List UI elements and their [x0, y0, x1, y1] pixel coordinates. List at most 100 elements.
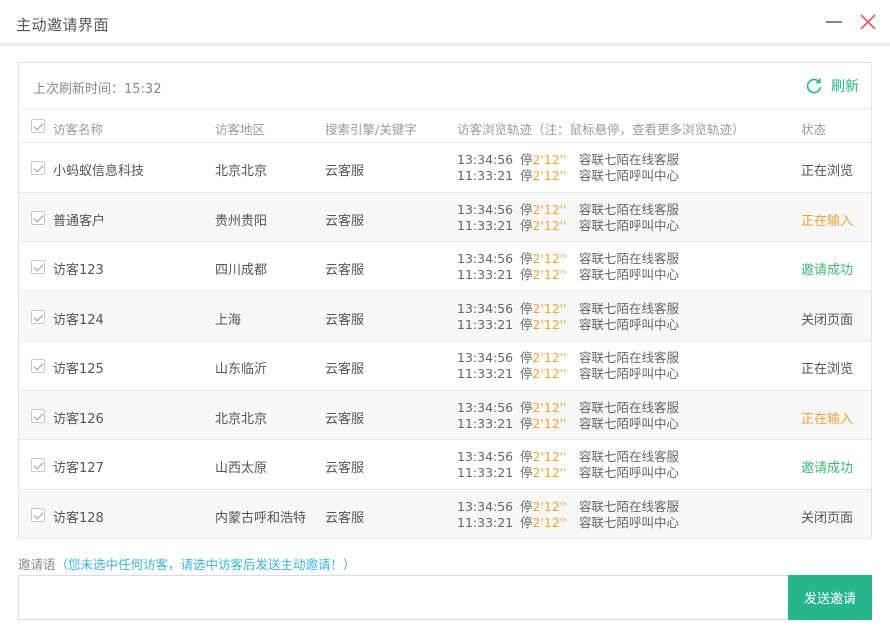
table-row[interactable]: 访客123 四川成都 云客服 13:34:56 停2'12'' 容联七陌在线客服 11:33… [19, 242, 871, 292]
trail-time: 13:34:56 [457, 399, 514, 415]
trail-time: 11:33:21 [457, 465, 514, 480]
cell-trail: 13:34:56 停2'12'' 容联七陌在线客服 11:33:21 停2'12'' 容联… [457, 251, 679, 283]
cell-name: 访客126 [53, 411, 104, 427]
trail-time: 11:33:21 [457, 366, 514, 381]
trail-duration: 2'12'' [532, 449, 567, 464]
trail-entry: 13:34:56 停2'12'' 容联七陌在线客服 [457, 301, 679, 317]
cell-name: 访客128 [53, 510, 104, 526]
window-title: 主动邀请界面 [16, 16, 110, 34]
select-all-checkbox[interactable] [31, 119, 45, 133]
trail-stay-label: 停 [520, 267, 533, 282]
trail-stay-label: 停 [520, 366, 533, 381]
trail-entry: 11:33:21 停2'12'' 容联七陌呼叫中心 [457, 465, 679, 481]
visitor-table-body: 小蚂蚁信息科技 北京北京 云客服 13:34:56 停2'12'' 容联七陌在线客服 11:… [19, 143, 871, 539]
trail-time: 13:34:56 [457, 300, 514, 316]
cell-name: 访客125 [53, 362, 104, 377]
trail-entry: 13:34:56 停2'12'' 容联七陌在线客服 [457, 202, 679, 218]
refresh-icon [806, 78, 822, 94]
table-row[interactable]: 访客126 北京北京 云客服 13:34:56 停2'12'' 容联七陌在线客服 11:33… [19, 390, 871, 440]
trail-page: 容联七陌呼叫中心 [579, 316, 680, 332]
trail-duration: 2'12'' [532, 316, 567, 332]
trail-duration: 2'12'' [532, 267, 567, 282]
cell-status: 关闭页面 [801, 510, 854, 526]
trail-duration: 2'12'' [532, 399, 567, 415]
invite-message-input[interactable] [18, 575, 788, 620]
trail-time: 13:34:56 [457, 201, 514, 217]
minimize-button[interactable] [824, 12, 844, 32]
trail-stay-label: 停 [520, 350, 533, 365]
trail-duration: 2'12'' [532, 366, 567, 381]
cell-status: 正在浏览 [801, 164, 854, 179]
trail-stay-label: 停 [520, 498, 533, 514]
trail-time: 13:34:56 [457, 449, 514, 464]
invite-label-text: 邀请语 [18, 557, 56, 572]
trail-page: 容联七陌在线客服 [579, 449, 680, 464]
table-row[interactable]: 访客125 山东临沂 云客服 13:34:56 停2'12'' 容联七陌在线客服 11:33… [19, 341, 871, 391]
close-button[interactable] [858, 12, 878, 32]
refresh-button[interactable]: 刷新 [805, 75, 859, 97]
cell-status: 邀请成功 [801, 461, 854, 476]
cell-name: 普通客户 [53, 213, 106, 229]
trail-stay-label: 停 [520, 316, 533, 332]
trail-page: 容联七陌在线客服 [579, 201, 680, 217]
table-row[interactable]: 小蚂蚁信息科技 北京北京 云客服 13:34:56 停2'12'' 容联七陌在线客服 11:… [19, 143, 871, 193]
row-checkbox[interactable] [31, 210, 45, 225]
cell-trail: 13:34:56 停2'12'' 容联七陌在线客服 11:33:21 停2'12'' 容联… [457, 400, 679, 432]
trail-stay-label: 停 [520, 300, 533, 316]
cell-search: 云客服 [325, 411, 365, 427]
cell-region: 山东临沂 [215, 362, 268, 377]
table-row[interactable]: 访客124 上海 云客服 13:34:56 停2'12'' 容联七陌在线客服 11:33:2… [19, 291, 871, 341]
cell-name: 小蚂蚁信息科技 [53, 164, 145, 179]
table-row[interactable]: 普通客户 贵州贵阳 云客服 13:34:56 停2'12'' 容联七陌在线客服 11:33:… [19, 192, 871, 242]
send-invite-button[interactable]: 发送邀请 [788, 575, 872, 620]
trail-entry: 11:33:21 停2'12'' 容联七陌呼叫中心 [457, 317, 679, 333]
trail-page: 容联七陌呼叫中心 [579, 217, 680, 233]
row-checkbox[interactable] [31, 260, 45, 274]
cell-trail: 13:34:56 停2'12'' 容联七陌在线客服 11:33:21 停2'12'' 容联… [457, 152, 679, 184]
cell-region: 贵州贵阳 [215, 213, 268, 229]
trail-page: 容联七陌呼叫中心 [579, 267, 680, 282]
header-status: 状态 [801, 122, 827, 137]
trail-time: 13:34:56 [457, 350, 514, 365]
trail-duration: 2'12'' [532, 300, 567, 316]
row-checkbox[interactable] [31, 458, 45, 472]
trail-stay-label: 停 [520, 415, 533, 431]
trail-page: 容联七陌在线客服 [579, 399, 680, 415]
table-row[interactable]: 访客128 内蒙古呼和浩特 云客服 13:34:56 停2'12'' 容联七陌在线客服 11… [19, 489, 871, 539]
cell-region: 四川成都 [215, 263, 268, 278]
trail-entry: 13:34:56 停2'12'' 容联七陌在线客服 [457, 251, 679, 267]
trail-page: 容联七陌呼叫中心 [579, 514, 680, 530]
trail-time: 13:34:56 [457, 251, 514, 266]
row-checkbox[interactable] [31, 161, 45, 175]
trail-stay-label: 停 [520, 251, 533, 266]
trail-page: 容联七陌呼叫中心 [579, 415, 680, 431]
trail-time: 11:33:21 [457, 514, 514, 530]
header-name: 访客名称 [53, 122, 104, 137]
trail-entry: 13:34:56 停2'12'' 容联七陌在线客服 [457, 400, 679, 416]
cell-status: 正在输入 [801, 411, 854, 427]
trail-page: 容联七陌在线客服 [579, 251, 680, 266]
header-region: 访客地区 [215, 122, 266, 137]
panel-toolbar: 上次刷新时间：15:32 刷新 [19, 63, 871, 109]
trail-duration: 2'12'' [532, 498, 567, 514]
cell-search: 云客服 [325, 461, 365, 476]
cell-search: 云客服 [325, 510, 365, 526]
row-checkbox[interactable] [31, 309, 45, 324]
trail-time: 11:33:21 [457, 267, 514, 282]
cell-region: 内蒙古呼和浩特 [215, 510, 307, 526]
trail-page: 容联七陌呼叫中心 [579, 366, 680, 381]
cell-name: 访客127 [53, 461, 104, 476]
cell-region: 北京北京 [215, 164, 268, 179]
trail-stay-label: 停 [520, 449, 533, 464]
trail-entry: 11:33:21 停2'12'' 容联七陌呼叫中心 [457, 416, 679, 432]
cell-trail: 13:34:56 停2'12'' 容联七陌在线客服 11:33:21 停2'12'' 容联… [457, 449, 679, 481]
row-checkbox[interactable] [31, 408, 45, 423]
cell-region: 山西太原 [215, 461, 268, 476]
row-checkbox[interactable] [31, 507, 45, 522]
cell-trail: 13:34:56 停2'12'' 容联七陌在线客服 11:33:21 停2'12'' 容联… [457, 202, 679, 234]
cell-status: 正在输入 [801, 213, 854, 229]
row-checkbox[interactable] [31, 359, 45, 373]
table-row[interactable]: 访客127 山西太原 云客服 13:34:56 停2'12'' 容联七陌在线客服 11:33… [19, 440, 871, 490]
cell-search: 云客服 [325, 362, 365, 377]
trail-duration: 2'12'' [532, 350, 567, 365]
